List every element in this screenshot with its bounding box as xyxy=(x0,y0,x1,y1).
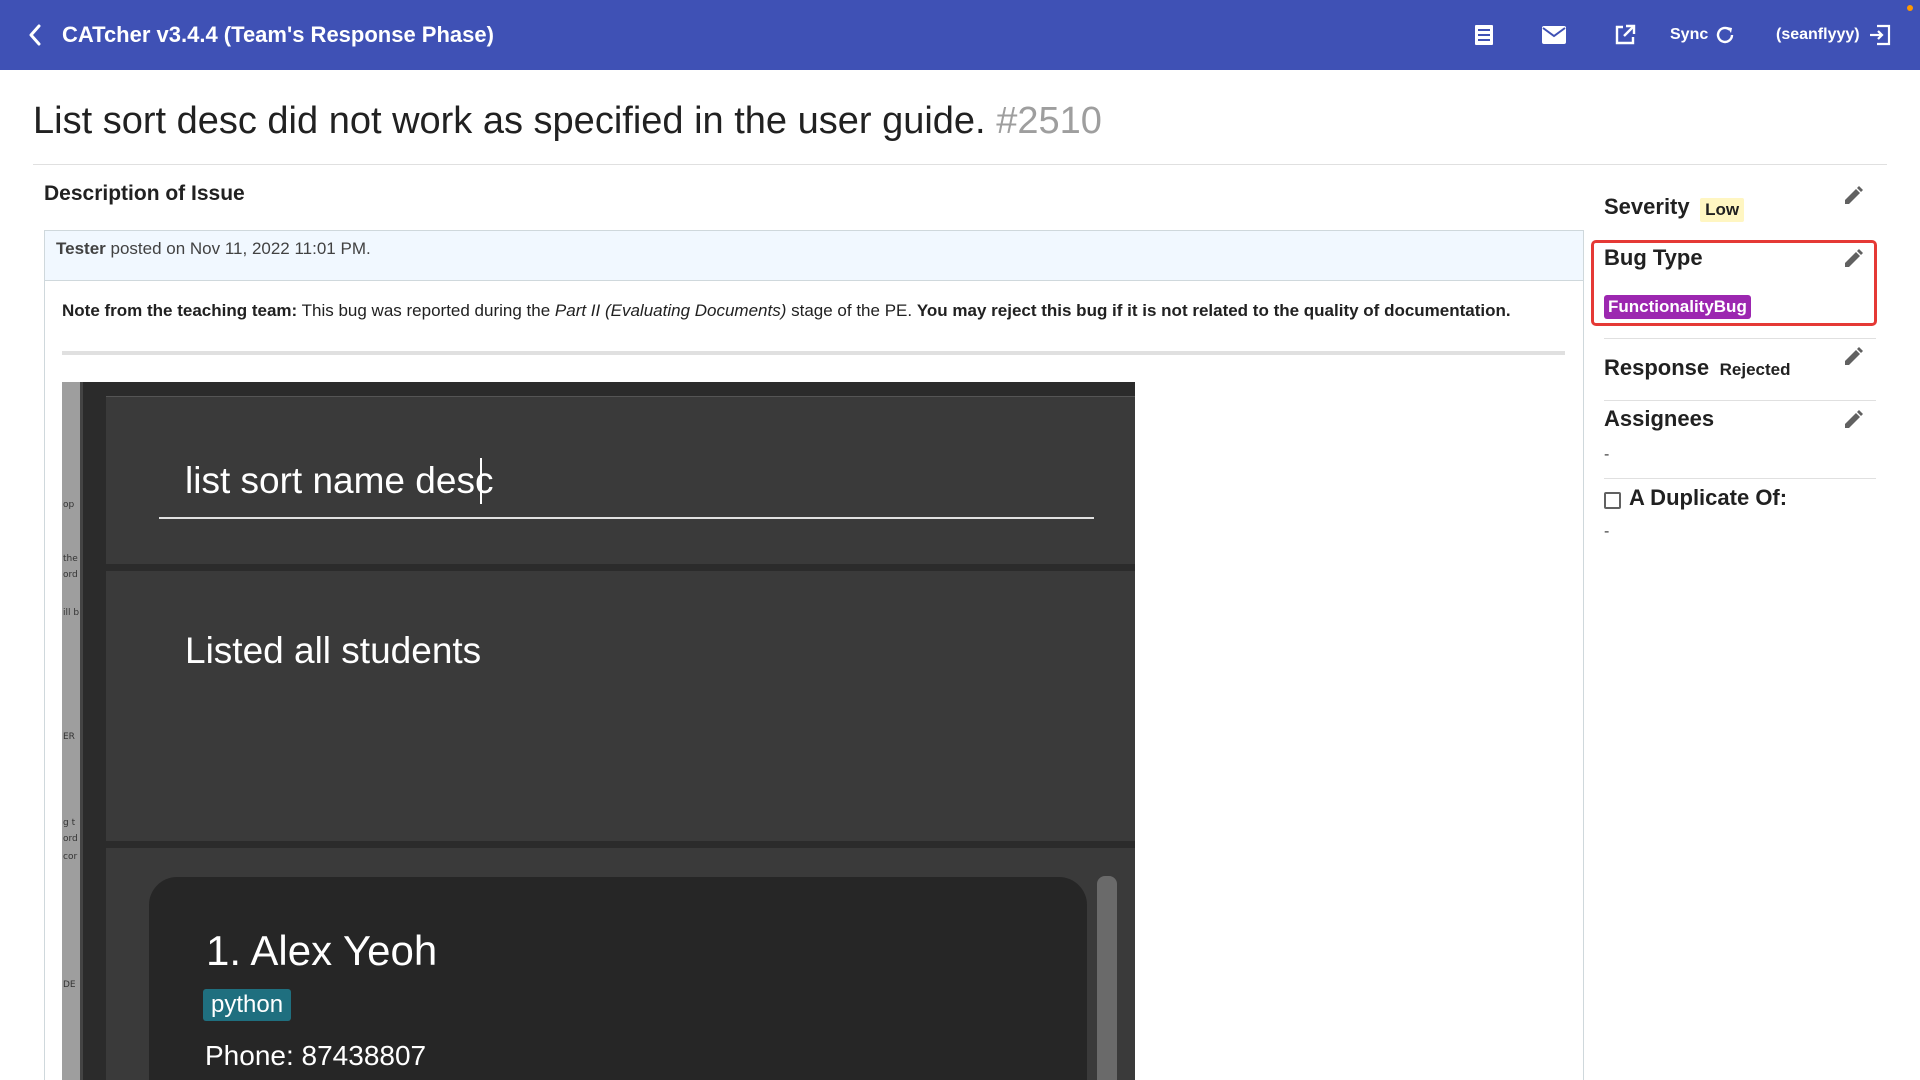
person-name: 1. Alex Yeoh xyxy=(206,927,438,974)
screenshot-strip-edge xyxy=(80,382,83,1080)
sidebar-divider xyxy=(1604,478,1876,479)
pencil-icon xyxy=(1845,249,1863,267)
mail-button[interactable] xyxy=(1540,21,1568,49)
exit-icon xyxy=(1869,24,1890,46)
duplicate-label: A Duplicate Of: xyxy=(1629,485,1788,510)
person-tag: python xyxy=(203,989,292,1021)
strip-fragment: op xyxy=(63,500,75,510)
sync-label: Sync xyxy=(1670,26,1709,43)
title-divider xyxy=(33,164,1887,165)
issue-title-text: List sort desc did not work as specified… xyxy=(33,100,986,142)
strip-fragment: ill b xyxy=(63,608,80,618)
strip-fragment: ord xyxy=(63,570,78,580)
result-panel xyxy=(106,571,1135,841)
severity-label: Severity xyxy=(1604,194,1690,219)
comment-header: Tester posted on Nov 11, 2022 11:01 PM. xyxy=(45,231,1583,281)
open-external-button[interactable] xyxy=(1611,21,1639,49)
response-section: Response Rejected xyxy=(1604,355,1876,381)
edit-response-button[interactable] xyxy=(1842,346,1864,368)
strip-fragment: DE xyxy=(63,980,76,990)
strip-fragment: ER xyxy=(63,732,75,742)
chevron-left-icon xyxy=(29,24,41,46)
severity-section: Severity Low xyxy=(1604,194,1876,222)
strip-fragment: cor xyxy=(63,852,78,862)
assignees-section: Assignees - xyxy=(1604,406,1876,464)
back-button[interactable] xyxy=(22,22,48,48)
comment-box: Tester posted on Nov 11, 2022 11:01 PM. … xyxy=(44,230,1584,1080)
pencil-icon xyxy=(1845,186,1863,204)
assignees-label: Assignees xyxy=(1604,406,1715,431)
issue-number: #2510 xyxy=(996,100,1102,142)
pencil-icon xyxy=(1845,347,1863,365)
bug-type-section: Bug Type FunctionalityBug xyxy=(1604,245,1876,319)
note-text-1: This bug was reported during the xyxy=(301,301,551,320)
open-in-new-icon xyxy=(1615,24,1636,45)
pencil-icon xyxy=(1845,410,1863,428)
sidebar-divider xyxy=(1604,400,1876,401)
duplicate-section: A Duplicate Of: - xyxy=(1604,485,1876,541)
duplicate-checkbox[interactable] xyxy=(1604,492,1621,510)
edit-assignees-button[interactable] xyxy=(1842,409,1864,431)
sidebar-divider xyxy=(1604,338,1876,339)
assignees-value: - xyxy=(1604,446,1610,463)
page-title: List sort desc did not work as specified… xyxy=(33,100,1102,143)
username-label: (seanflyyy) xyxy=(1776,26,1860,43)
strip-fragment: ord xyxy=(63,834,78,844)
bug-type-label: Bug Type xyxy=(1604,245,1703,270)
mail-icon xyxy=(1542,26,1566,44)
command-text: list sort name desc xyxy=(185,460,494,501)
app-bar: CATcher v3.4.4 (Team's Response Phase) S… xyxy=(0,0,1920,70)
refresh-icon xyxy=(1717,26,1734,44)
command-underline xyxy=(159,517,1094,519)
duplicate-value: - xyxy=(1604,523,1610,540)
note-italic: Part II (Evaluating Documents) xyxy=(554,301,787,320)
logout-button[interactable]: (seanflyyy) xyxy=(1776,20,1892,50)
comment-author: Tester xyxy=(56,239,106,258)
screenshot-side-strip: op the ord ill b ER g t ord cor DE xyxy=(62,382,80,1080)
list-icon xyxy=(1475,25,1493,45)
note-bold: You may reject this bug if it is not rel… xyxy=(916,301,1511,320)
response-label: Response xyxy=(1604,355,1710,380)
sync-button[interactable]: Sync xyxy=(1670,20,1736,50)
strip-fragment: the xyxy=(63,554,78,564)
screenshot-scrollbar xyxy=(1097,876,1117,1080)
list-button[interactable] xyxy=(1470,21,1498,49)
result-text: Listed all students xyxy=(185,630,482,671)
notification-dot xyxy=(1907,5,1913,11)
teaching-team-note: Note from the teaching team: This bug wa… xyxy=(62,301,1511,321)
app-title: CATcher v3.4.4 (Team's Response Phase) xyxy=(62,22,494,47)
text-cursor xyxy=(480,458,482,504)
note-label: Note from the teaching team: xyxy=(62,301,298,320)
severity-badge: Low xyxy=(1700,197,1745,222)
bug-type-badge: FunctionalityBug xyxy=(1604,295,1751,319)
strip-fragment: g t xyxy=(63,818,76,828)
description-heading: Description of Issue xyxy=(44,182,245,205)
edit-bug-type-button[interactable] xyxy=(1842,248,1864,270)
person-card: 1. Alex Yeoh python Phone: 87438807 xyxy=(149,877,1087,1080)
note-divider xyxy=(62,351,1565,355)
comment-posted-text: posted on Nov 11, 2022 11:01 PM. xyxy=(110,239,371,258)
embedded-screenshot: op the ord ill b ER g t ord cor DE list … xyxy=(62,382,1135,1080)
response-value: Rejected xyxy=(1719,360,1791,379)
edit-severity-button[interactable] xyxy=(1842,185,1864,207)
person-phone: Phone: 87438807 xyxy=(205,1040,427,1071)
note-text-2: stage of the PE. xyxy=(791,301,913,320)
